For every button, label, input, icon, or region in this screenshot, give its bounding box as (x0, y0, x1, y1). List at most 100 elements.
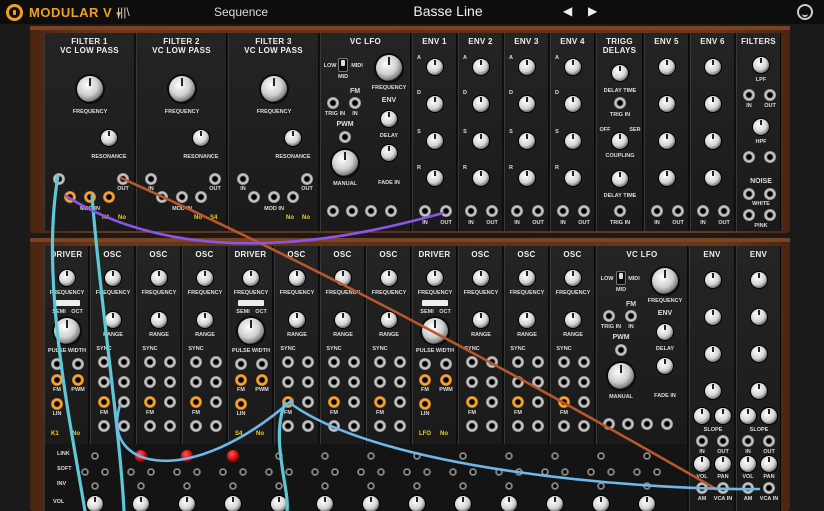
sync-jack[interactable] (98, 356, 110, 368)
noise-jack-4[interactable] (764, 209, 776, 221)
trig-in-jack-2[interactable] (614, 205, 626, 217)
soft-jack-b[interactable] (377, 468, 385, 476)
out-jack[interactable] (440, 205, 452, 217)
soft-jack-b[interactable] (239, 468, 247, 476)
hpf-in-jack[interactable] (743, 151, 755, 163)
pulse-width-knob[interactable] (422, 318, 448, 344)
out-jack-2[interactable] (348, 420, 360, 432)
soft-jack-b[interactable] (101, 468, 109, 476)
sync-jack[interactable] (144, 356, 156, 368)
release-knob[interactable] (659, 170, 675, 186)
manual-knob[interactable] (332, 150, 358, 176)
out-jack-2[interactable] (302, 420, 314, 432)
slope-knob-1[interactable] (694, 408, 710, 424)
wave-jack-2[interactable] (190, 376, 202, 388)
decay-knob[interactable] (427, 96, 443, 112)
wave-jack-3[interactable] (532, 376, 544, 388)
pan-knob[interactable] (715, 456, 731, 472)
soft-jack-b[interactable] (423, 468, 431, 476)
out-jack[interactable] (672, 205, 684, 217)
link-jack[interactable] (275, 452, 283, 460)
saw-jack[interactable] (72, 358, 84, 370)
link-jack[interactable] (597, 452, 605, 460)
soft-jack[interactable] (587, 468, 595, 476)
vol-knob[interactable] (740, 456, 756, 472)
range-knob[interactable] (151, 312, 167, 328)
saw-jack[interactable] (440, 358, 452, 370)
sync-jack[interactable] (466, 356, 478, 368)
in-jack[interactable] (742, 435, 754, 447)
out-jack-1[interactable] (466, 420, 478, 432)
vol-knob[interactable] (455, 496, 471, 511)
output-jack-4[interactable] (385, 205, 397, 217)
noise-jack-1[interactable] (743, 188, 755, 200)
out-jack-1[interactable] (282, 420, 294, 432)
vca-in-jack[interactable] (763, 482, 775, 494)
soft-jack[interactable] (127, 468, 135, 476)
vol-knob[interactable] (271, 496, 287, 511)
in-jack[interactable] (511, 205, 523, 217)
pulse-width-knob[interactable] (54, 318, 80, 344)
fm-in-jack[interactable] (349, 97, 361, 109)
inv-jack[interactable] (459, 482, 467, 490)
pwm-jack[interactable] (440, 374, 452, 386)
inv-jack[interactable] (229, 482, 237, 490)
decay-knob[interactable] (705, 96, 721, 112)
wave-jack-4[interactable] (486, 396, 498, 408)
delay-knob[interactable] (657, 324, 673, 340)
fm-jack[interactable] (282, 396, 294, 408)
frequency-knob[interactable] (261, 76, 287, 102)
wave-jack-1[interactable] (164, 356, 176, 368)
inv-jack[interactable] (551, 482, 559, 490)
inv-jack[interactable] (597, 482, 605, 490)
sustain-knob[interactable] (705, 133, 721, 149)
out-jack-1[interactable] (98, 420, 110, 432)
fm-jack[interactable] (98, 396, 110, 408)
out-jack[interactable] (578, 205, 590, 217)
out-jack[interactable] (718, 205, 730, 217)
out-jack[interactable] (209, 173, 221, 185)
sync-jack[interactable] (374, 356, 386, 368)
vol-knob[interactable] (179, 496, 195, 511)
vol-knob[interactable] (133, 496, 149, 511)
resonance-knob[interactable] (101, 130, 117, 146)
wave-jack-3[interactable] (486, 376, 498, 388)
wave-jack-3[interactable] (210, 376, 222, 388)
pwm-jack[interactable] (72, 374, 84, 386)
attack-knob[interactable] (427, 59, 443, 75)
mod-in-jack-3[interactable] (103, 191, 115, 203)
mod-in-jack-1[interactable] (248, 191, 260, 203)
wave-jack-1[interactable] (302, 356, 314, 368)
range-knob[interactable] (519, 312, 535, 328)
link-jack[interactable] (459, 452, 467, 460)
am-jack[interactable] (742, 482, 754, 494)
soft-jack[interactable] (541, 468, 549, 476)
decay-knob[interactable] (473, 96, 489, 112)
sync-jack[interactable] (328, 356, 340, 368)
coupling-switch[interactable] (612, 133, 628, 149)
fade-in-knob[interactable] (657, 358, 673, 374)
range-switch[interactable] (616, 271, 626, 285)
previous-preset-icon[interactable]: ◀ (563, 4, 572, 18)
delay-time-knob-1[interactable] (612, 65, 628, 81)
range-switch[interactable] (338, 58, 348, 72)
lpf-in-jack[interactable] (743, 89, 755, 101)
frequency-knob[interactable] (105, 270, 121, 286)
wave-jack-4[interactable] (348, 396, 360, 408)
sustain-knob[interactable] (565, 133, 581, 149)
sustain-knob[interactable] (751, 346, 767, 362)
wave-jack-1[interactable] (578, 356, 590, 368)
out-jack-1[interactable] (512, 420, 524, 432)
link-jack[interactable] (91, 452, 99, 460)
soft-jack-b[interactable] (147, 468, 155, 476)
sequence-button[interactable]: Sequence (214, 5, 268, 19)
wave-jack-3[interactable] (578, 376, 590, 388)
range-knob[interactable] (105, 312, 121, 328)
wave-jack-2[interactable] (512, 376, 524, 388)
wave-jack-1[interactable] (532, 356, 544, 368)
soft-jack[interactable] (357, 468, 365, 476)
pan-knob[interactable] (761, 456, 777, 472)
decay-knob[interactable] (565, 96, 581, 112)
output-jack-1[interactable] (327, 205, 339, 217)
wave-jack-3[interactable] (164, 376, 176, 388)
